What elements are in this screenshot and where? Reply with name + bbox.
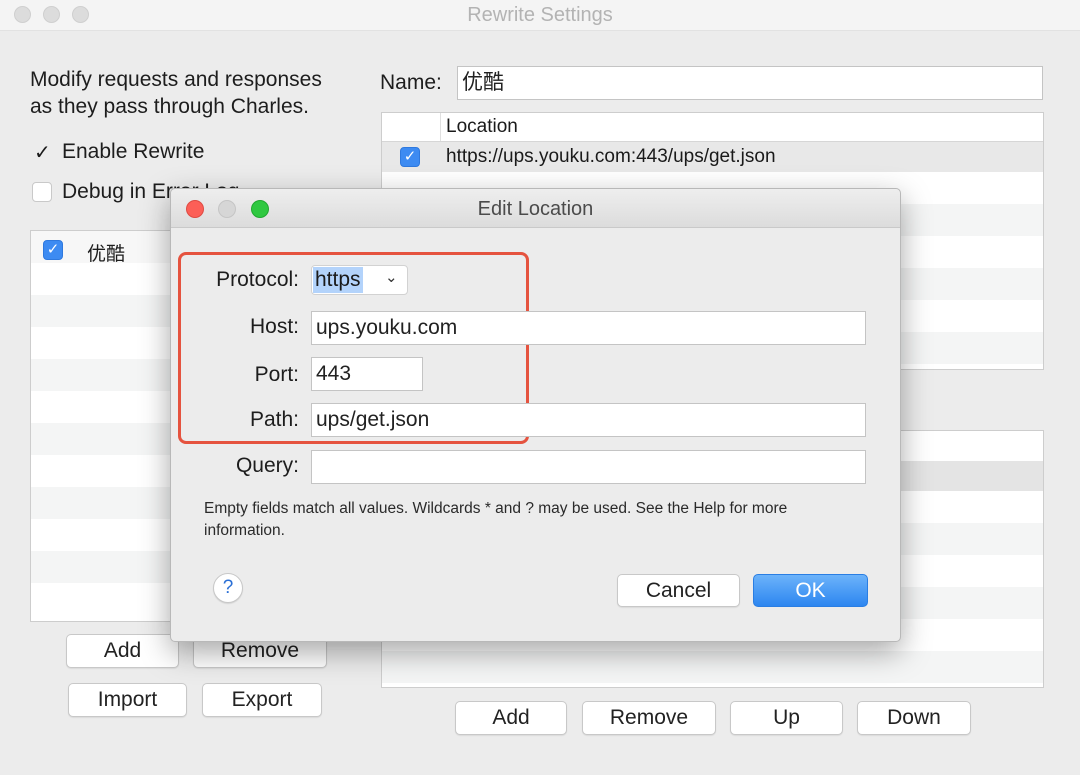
checkmark-icon: ✓: [34, 142, 51, 164]
help-text-line-1: Empty fields match all values. Wildcards…: [204, 500, 788, 517]
cancel-button[interactable]: Cancel: [617, 574, 740, 607]
chevron-down-icon: ⌄: [385, 269, 398, 286]
help-button[interactable]: ?: [213, 573, 243, 603]
add-rule-set-button[interactable]: Add: [66, 634, 179, 668]
main-titlebar: Rewrite Settings: [0, 0, 1080, 31]
description-line-2: as they pass through Charles.: [30, 95, 309, 118]
enable-rewrite-label: Enable Rewrite: [62, 140, 205, 163]
add-location-button[interactable]: Add: [455, 701, 567, 735]
help-text: Empty fields match all values. Wildcards…: [204, 498, 787, 542]
protocol-label: Protocol:: [216, 268, 299, 291]
location-url: https://ups.youku.com:443/ups/get.json: [446, 146, 776, 167]
rule-sets-list[interactable]: ✓ 优酷: [30, 230, 172, 622]
edit-location-dialog: Edit Location Protocol: https ⌄ Host: up…: [170, 188, 901, 642]
name-field[interactable]: 优酷: [457, 66, 1043, 100]
host-field[interactable]: ups.youku.com: [311, 311, 866, 345]
export-button[interactable]: Export: [202, 683, 322, 717]
protocol-value: https: [313, 267, 363, 293]
checkbox-checked-icon[interactable]: ✓: [400, 147, 420, 167]
help-text-line-2: information.: [204, 522, 285, 539]
port-label: Port:: [254, 363, 299, 386]
name-label: Name:: [380, 71, 442, 94]
ok-button[interactable]: OK: [753, 574, 868, 607]
rule-set-name: 优酷: [87, 244, 126, 265]
import-button[interactable]: Import: [68, 683, 187, 717]
checkbox-box: [32, 182, 52, 202]
remove-location-button[interactable]: Remove: [582, 701, 716, 735]
path-field[interactable]: ups/get.json: [311, 403, 866, 437]
query-field[interactable]: [311, 450, 866, 484]
path-label: Path:: [249, 408, 299, 431]
checkbox-checked-icon[interactable]: ✓: [43, 240, 63, 260]
window-title: Rewrite Settings: [467, 4, 613, 26]
list-item[interactable]: ✓ 优酷: [31, 235, 171, 267]
dialog-title: Edit Location: [477, 198, 594, 220]
dialog-titlebar: Edit Location: [171, 189, 900, 228]
location-column-header[interactable]: Location: [446, 116, 518, 138]
query-label: Query:: [235, 454, 299, 477]
host-label: Host:: [249, 315, 299, 338]
enable-rewrite-checkbox[interactable]: ✓ Enable Rewrite: [30, 140, 260, 166]
table-row[interactable]: ✓ https://ups.youku.com:443/ups/get.json: [382, 142, 1043, 172]
down-button[interactable]: Down: [857, 701, 971, 735]
description-line-1: Modify requests and responses: [30, 68, 322, 91]
port-field[interactable]: 443: [311, 357, 423, 391]
table-header: Location: [382, 113, 1043, 142]
up-button[interactable]: Up: [730, 701, 843, 735]
protocol-select[interactable]: https ⌄: [311, 265, 408, 295]
